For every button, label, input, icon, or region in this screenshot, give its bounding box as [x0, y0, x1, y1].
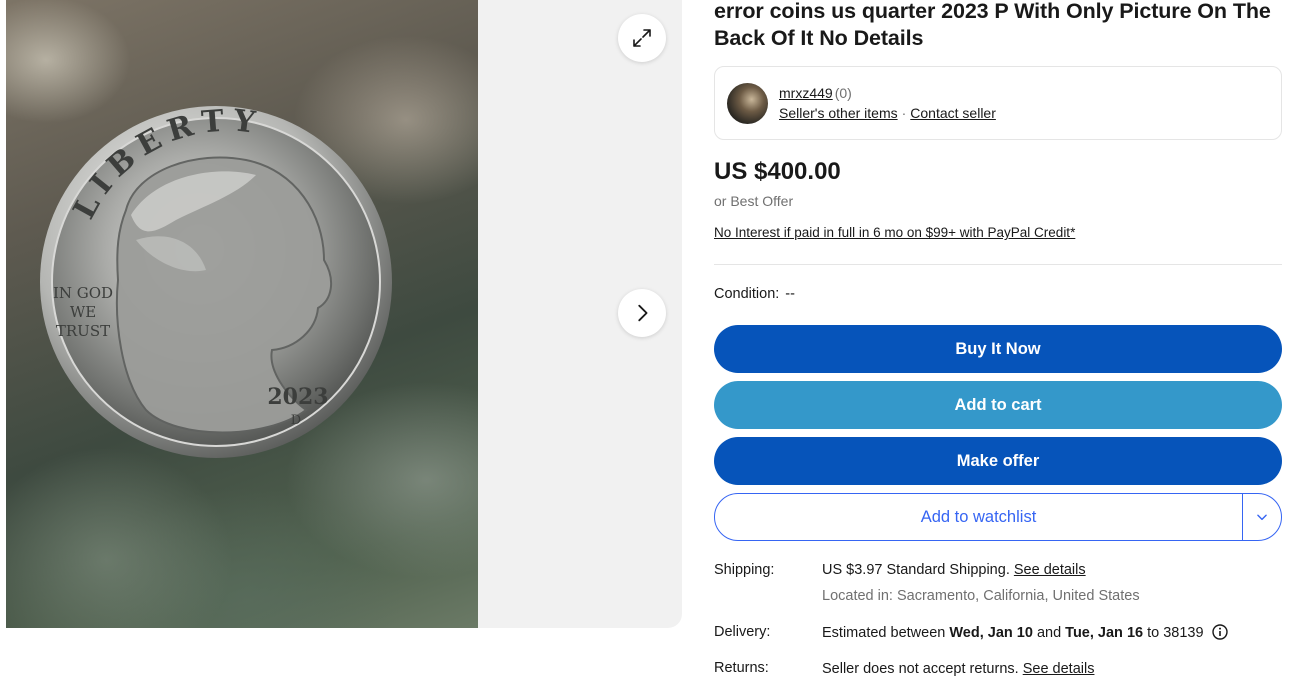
delivery-start-date: Wed, Jan 10	[949, 625, 1033, 641]
listing-photo[interactable]: LIBERTY IN GOD WE TRUST 2023 D	[6, 0, 478, 628]
next-image-button[interactable]	[618, 289, 666, 337]
item-details-panel: error coins us quarter 2023 P With Only …	[714, 0, 1282, 677]
make-offer-button[interactable]: Make offer	[714, 437, 1282, 485]
seller-avatar[interactable]	[727, 83, 768, 124]
item-location: Located in: Sacramento, California, Unit…	[822, 588, 1140, 604]
add-to-watchlist-button[interactable]: Add to watchlist	[715, 494, 1242, 540]
seller-links: Seller's other items · Contact seller	[779, 105, 996, 121]
divider	[714, 264, 1282, 265]
buy-it-now-button[interactable]: Buy It Now	[714, 325, 1282, 373]
condition-row: Condition: --	[714, 286, 795, 302]
coin-motto-3: TRUST	[56, 322, 110, 340]
contact-seller-link[interactable]: Contact seller	[910, 105, 996, 121]
watchlist-dropdown-button[interactable]	[1243, 494, 1281, 540]
location-value: Sacramento, California, United States	[896, 588, 1140, 604]
chevron-down-icon	[1257, 514, 1267, 521]
returns-label: Returns:	[714, 660, 769, 676]
listing-title: error coins us quarter 2023 P With Only …	[714, 0, 1271, 50]
seller-feedback-score: (0)	[834, 85, 852, 101]
chevron-right-icon	[638, 304, 648, 322]
seller-info: mrxz449 (0)	[779, 85, 852, 101]
condition-value: --	[785, 286, 795, 302]
coin-motto-1: IN GOD	[53, 284, 113, 302]
shipping-details-link[interactable]: See details	[1014, 562, 1086, 578]
returns-details-link[interactable]: See details	[1023, 661, 1095, 677]
expand-image-button[interactable]	[618, 14, 666, 62]
seller-name-link[interactable]: mrxz449	[779, 85, 833, 101]
watchlist-control: Add to watchlist	[714, 493, 1282, 541]
seller-other-items-link[interactable]: Seller's other items	[779, 105, 898, 121]
condition-label: Condition:	[714, 286, 780, 302]
add-to-cart-button[interactable]: Add to cart	[714, 381, 1282, 429]
shipping-cost: US $3.97	[822, 562, 883, 578]
coin-mint-mark: D	[291, 413, 301, 428]
best-offer-note: or Best Offer	[714, 193, 794, 209]
delivery-zip: to 38139	[1147, 625, 1204, 641]
shipping-label: Shipping:	[714, 562, 775, 578]
delivery-prefix: Estimated between	[822, 625, 946, 641]
delivery-value: Estimated between Wed, Jan 10 and Tue, J…	[822, 624, 1228, 641]
shipping-method: Standard Shipping.	[886, 562, 1010, 578]
seller-card: mrxz449 (0) Seller's other items · Contact …	[714, 66, 1282, 140]
image-gallery: LIBERTY IN GOD WE TRUST 2023 D	[6, 0, 682, 628]
expand-icon	[633, 29, 651, 47]
shipping-value: US $3.97 Standard Shipping. See details	[822, 562, 1086, 578]
delivery-and: and	[1036, 625, 1062, 641]
coin-year: 2023	[267, 384, 328, 410]
location-label: Located in:	[822, 588, 893, 604]
info-icon[interactable]	[1211, 624, 1228, 640]
item-price: US $400.00	[714, 158, 841, 185]
returns-value: Seller does not accept returns. See deta…	[822, 661, 1094, 677]
delivery-end-date: Tue, Jan 16	[1065, 625, 1144, 641]
returns-policy: Seller does not accept returns.	[822, 661, 1019, 677]
paypal-credit-link[interactable]: No Interest if paid in full in 6 mo on $…	[714, 225, 1075, 240]
link-separator: ·	[901, 105, 907, 121]
coin-motto-2: WE	[70, 303, 96, 321]
coin-image: LIBERTY IN GOD WE TRUST 2023 D	[40, 103, 392, 458]
delivery-label: Delivery:	[714, 624, 771, 640]
